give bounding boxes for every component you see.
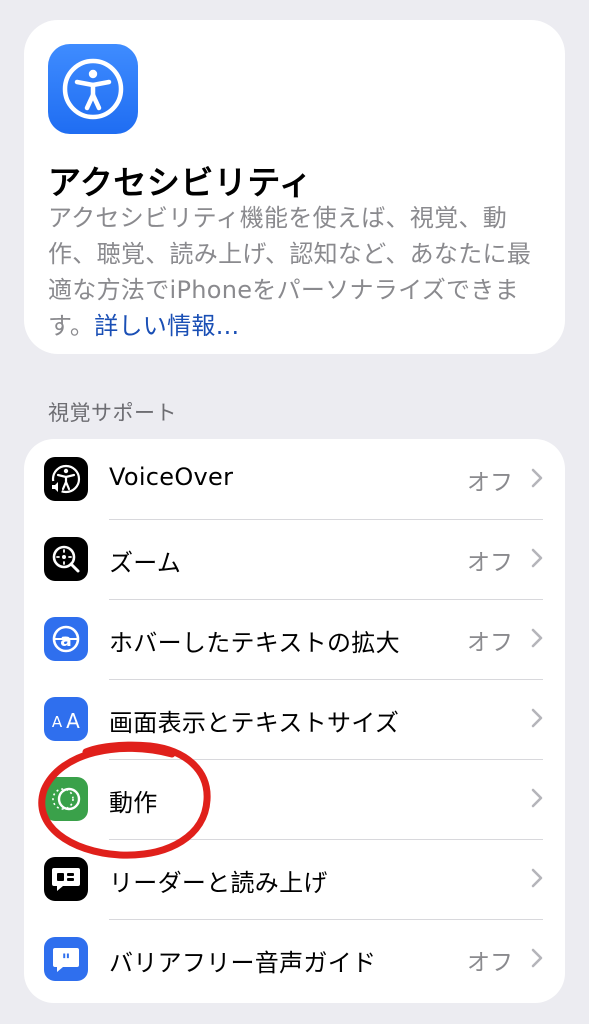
vision-settings-list: VoiceOver オフ ズーム オフ a ホバーしたテキストの拡大 オフ A … bbox=[24, 439, 565, 1003]
display-text-size-icon: A A bbox=[44, 697, 88, 741]
item-value: オフ bbox=[467, 630, 513, 656]
hover-text-icon: a bbox=[44, 617, 88, 661]
item-label: リーダーと読み上げ bbox=[109, 869, 328, 897]
list-item-zoom[interactable]: ズーム オフ bbox=[24, 519, 565, 599]
chevron-right-icon bbox=[531, 548, 543, 568]
description: アクセシビリティ機能を使えば、視覚、動 作、聴覚、読み上げ、認知など、あなたに最… bbox=[48, 200, 548, 344]
item-label: 動作 bbox=[109, 789, 158, 817]
item-label: 画面表示とテキストサイズ bbox=[109, 709, 400, 737]
spoken-content-icon bbox=[44, 857, 88, 901]
chevron-right-icon bbox=[531, 628, 543, 648]
svg-text:a: a bbox=[60, 631, 71, 651]
item-label: VoiceOver bbox=[109, 463, 234, 491]
item-value: オフ bbox=[467, 470, 513, 496]
learn-more-link[interactable]: 詳しい情報... bbox=[94, 312, 239, 340]
motion-icon bbox=[44, 777, 88, 821]
accessibility-icon bbox=[48, 44, 138, 134]
chevron-right-icon bbox=[531, 948, 543, 968]
svg-text:A: A bbox=[66, 709, 80, 733]
list-item-display-text-size[interactable]: A A 画面表示とテキストサイズ bbox=[24, 679, 565, 759]
svg-text:": " bbox=[62, 951, 71, 971]
list-item-motion[interactable]: 動作 bbox=[24, 759, 565, 839]
accessibility-info-card: アクセシビリティ アクセシビリティ機能を使えば、視覚、動 作、聴覚、読み上げ、認… bbox=[24, 20, 565, 354]
description-line: 作、聴覚、読み上げ、認知など、あなたに最 bbox=[48, 240, 532, 268]
page-title: アクセシビリティ bbox=[48, 163, 313, 202]
item-label: バリアフリー音声ガイド bbox=[109, 949, 377, 977]
description-line: アクセシビリティ機能を使えば、視覚、動 bbox=[48, 204, 508, 232]
chevron-right-icon bbox=[531, 468, 543, 488]
list-item-voiceover[interactable]: VoiceOver オフ bbox=[24, 439, 565, 519]
audio-descriptions-icon: " bbox=[44, 937, 88, 981]
list-item-audio-descriptions[interactable]: " バリアフリー音声ガイド オフ bbox=[24, 919, 565, 999]
item-value: オフ bbox=[467, 950, 513, 976]
section-header-vision: 視覚サポート bbox=[48, 401, 177, 425]
voiceover-icon bbox=[44, 457, 88, 501]
list-item-hover-text[interactable]: a ホバーしたテキストの拡大 オフ bbox=[24, 599, 565, 679]
chevron-right-icon bbox=[531, 868, 543, 888]
zoom-icon bbox=[44, 537, 88, 581]
description-tail: す。 bbox=[48, 312, 95, 340]
chevron-right-icon bbox=[531, 708, 543, 728]
list-item-spoken-content[interactable]: リーダーと読み上げ bbox=[24, 839, 565, 919]
item-label: ズーム bbox=[109, 549, 182, 577]
svg-text:A: A bbox=[52, 713, 63, 731]
description-line: 適な方法でiPhoneをパーソナライズできま bbox=[48, 276, 519, 304]
item-value: オフ bbox=[467, 550, 513, 576]
chevron-right-icon bbox=[531, 788, 543, 808]
item-label: ホバーしたテキストの拡大 bbox=[109, 629, 400, 657]
description-line: す。詳しい情報... bbox=[48, 308, 548, 344]
